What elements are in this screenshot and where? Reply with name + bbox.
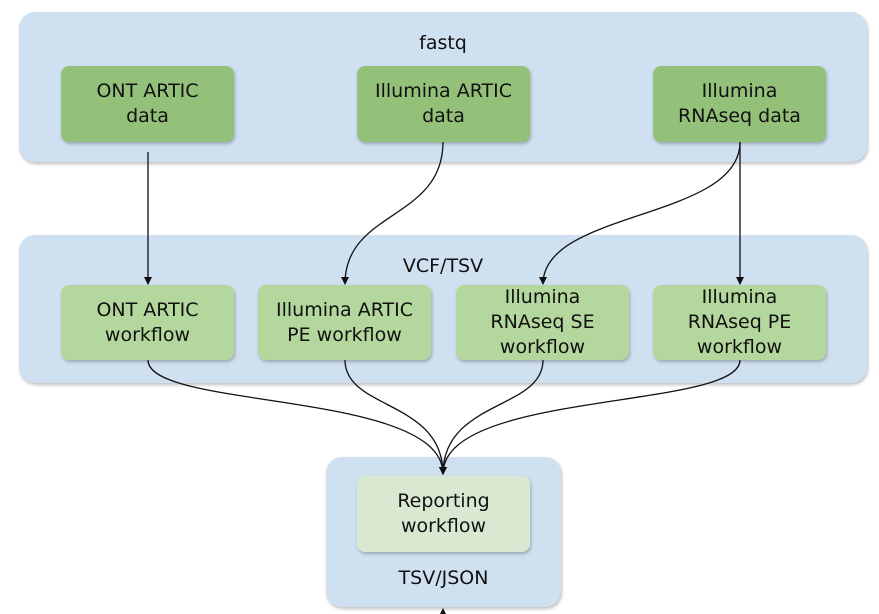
arrow-rnaseq-data-to-se-workflow [539, 141, 741, 285]
arrows [144, 141, 744, 614]
arrow-illumina-artic-data-to-workflow [341, 141, 444, 285]
arrow-rnaseq-pe-workflow-to-reporting [439, 359, 741, 475]
arrow-rnaseq-se-workflow-to-reporting [439, 359, 544, 475]
arrow-ont-workflow-to-reporting [147, 359, 447, 475]
